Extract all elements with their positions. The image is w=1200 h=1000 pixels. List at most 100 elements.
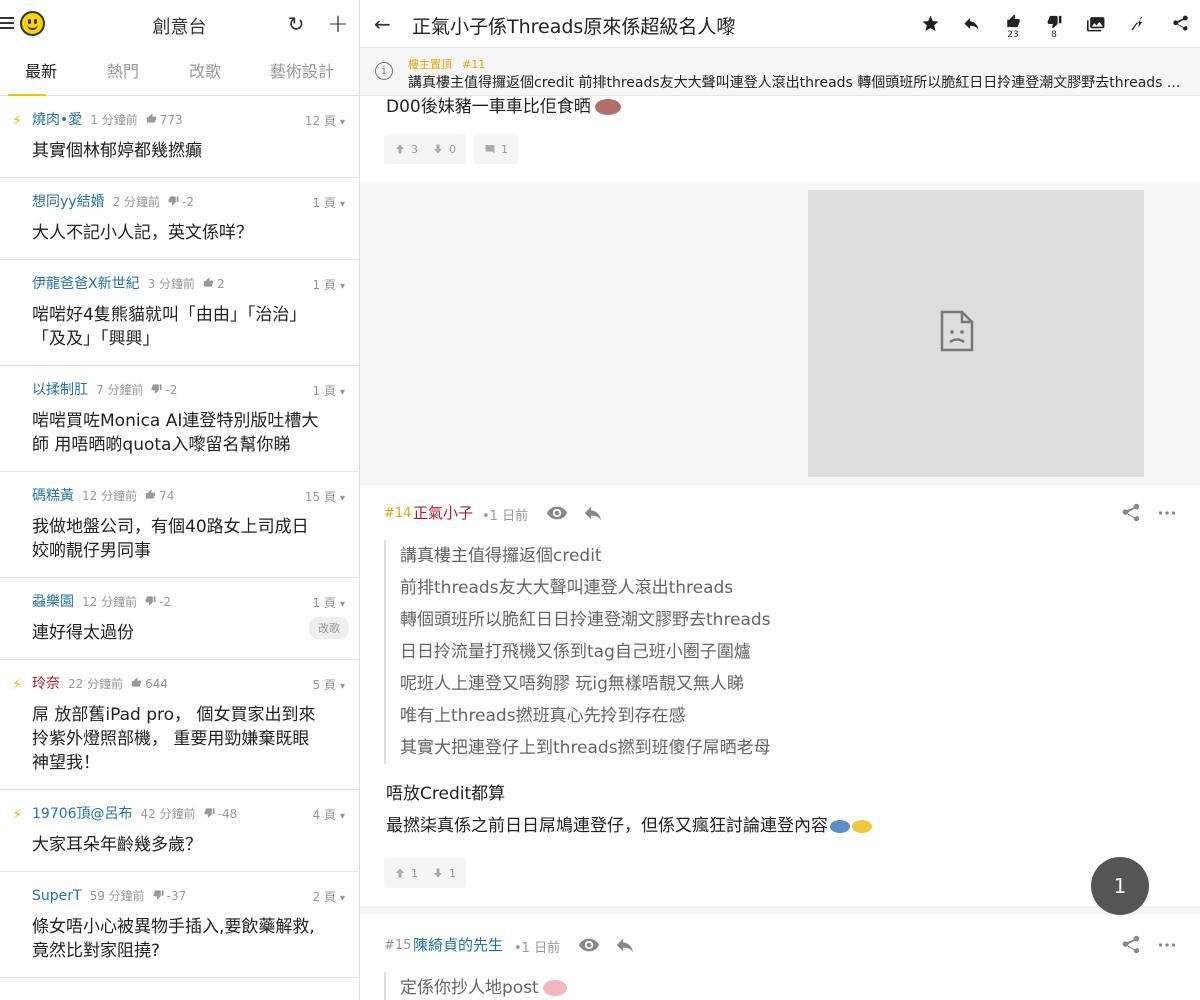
more-options-icon[interactable] xyxy=(1156,502,1178,524)
image-mode-icon[interactable] xyxy=(1080,8,1112,40)
like-count: 23 xyxy=(1007,30,1019,40)
topic-author[interactable]: 蝨樂園 xyxy=(32,592,74,612)
post-divider xyxy=(360,906,1200,914)
topic-item[interactable]: 想同yy結婚 2 分鐘前 -2 1 頁大人不記小人記，英文係咩？ xyxy=(0,178,359,260)
post-share-icon[interactable] xyxy=(1120,934,1142,956)
topic-score: 2 xyxy=(203,274,225,294)
topic-item[interactable]: SuperT 59 分鐘前 -37 2 頁條女唔小心被異物手插入,要飲藥解救,竟然比對… xyxy=(0,872,359,978)
downvote-count: 0 xyxy=(449,142,456,156)
post-share-icon[interactable] xyxy=(1120,502,1142,524)
downvote-button[interactable]: 1 xyxy=(432,867,456,880)
topic-author[interactable]: SuperT xyxy=(32,886,82,906)
page-number-button[interactable]: 1 xyxy=(1091,857,1149,915)
topic-title[interactable]: 其實個林郁婷都幾撚癲 xyxy=(32,139,349,163)
post-author[interactable]: 正氣小子 xyxy=(413,502,473,523)
topic-pages-dropdown[interactable]: 1 頁 xyxy=(313,194,345,211)
post-reply-icon[interactable] xyxy=(614,934,636,956)
pinned-post-banner[interactable]: i 樓主置頂 #11 講真樓主值得攞返個credit 前排threads友大大聲叫… xyxy=(360,48,1200,96)
post-reply-icon[interactable] xyxy=(582,502,604,524)
topic-title[interactable]: 我做地盤公司，有個40路女上司成日姣啲靚仔男同事 xyxy=(32,515,349,563)
new-thread-icon[interactable]: + xyxy=(324,9,352,39)
topic-score: -2 xyxy=(145,592,171,612)
topic-title[interactable]: 大家耳朵年齡幾多歲？ xyxy=(32,833,349,857)
quote-line: 日日拎流量打飛機又係到tag自己班小圈子圍爐 xyxy=(400,642,751,662)
topic-item[interactable]: 伊龍爸爸X新世紀 3 分鐘前 2 1 頁啱啱好4隻熊貓就叫「由由」「治治」「及及」「興… xyxy=(0,260,359,366)
topic-title[interactable]: 條女唔小心被異物手插入,要飲藥解救,竟然比對家阻撓? xyxy=(32,915,349,963)
topic-item[interactable]: ⚡ 玲奈 22 分鐘前 644 5 頁屌 放部舊iPad pro， 個女買家出到來拎紫外… xyxy=(0,660,359,790)
topic-author[interactable]: 想同yy結婚 xyxy=(32,192,105,212)
comments-button[interactable]: 1 xyxy=(474,134,518,164)
post-author[interactable]: 陳綺貞的先生 xyxy=(413,934,503,955)
comment-icon xyxy=(485,145,495,154)
share-icon[interactable] xyxy=(1164,8,1196,40)
topic-pages-dropdown[interactable]: 5 頁 xyxy=(313,676,345,693)
post-floor-number: #15 xyxy=(384,938,412,953)
reply-icon[interactable] xyxy=(955,8,987,40)
post-14-header: #14 正氣小子 1 日前 xyxy=(360,502,1200,526)
topic-score-value: -37 xyxy=(166,889,187,903)
smiley-logo-icon[interactable] xyxy=(20,11,45,36)
tab-song-rewrite[interactable]: 改歌 xyxy=(164,48,246,95)
quote-line: 轉個頭班所以脆紅日日拎連登潮文膠野去threads xyxy=(400,610,771,630)
topic-item[interactable]: 蝨樂園 12 分鐘前 -2 1 頁連好得太過份改歌 xyxy=(0,578,359,660)
topic-author[interactable]: 燒肉•愛 xyxy=(32,110,82,130)
filter-bolt-icon[interactable] xyxy=(1121,8,1153,40)
like-thumb-up-icon[interactable]: 23 xyxy=(997,8,1029,40)
dislike-thumb-down-icon[interactable]: 8 xyxy=(1038,8,1070,40)
quote-line: 前排threads友大大聲叫連登人滾出threads xyxy=(400,578,734,598)
upvote-button[interactable]: 3 xyxy=(394,143,418,156)
back-arrow-icon[interactable]: ← xyxy=(374,12,391,36)
eye-icon[interactable] xyxy=(546,502,568,524)
downvote-button[interactable]: 0 xyxy=(432,143,456,156)
topic-time: 42 分鐘前 xyxy=(140,807,196,821)
topic-tag-badge[interactable]: 改歌 xyxy=(309,617,349,639)
topic-author[interactable]: 伊龍爸爸X新世紀 xyxy=(32,274,140,294)
topic-pages-dropdown[interactable]: 1 頁 xyxy=(313,594,345,611)
tab-latest[interactable]: 最新 xyxy=(0,48,82,95)
topic-score-value: -2 xyxy=(159,595,172,609)
menu-icon[interactable] xyxy=(0,14,14,30)
topic-pages-dropdown[interactable]: 2 頁 xyxy=(313,888,345,905)
previous-post-body: D00後妹豬一車車比佢食晒 xyxy=(386,97,591,117)
topic-title[interactable]: 連好得太過份 xyxy=(32,621,349,645)
topic-title[interactable]: 啱啱好4隻熊貓就叫「由由」「治治」「及及」「興興」 xyxy=(32,303,349,351)
upvote-count: 3 xyxy=(411,142,418,156)
topic-item[interactable]: 以揉制肛 7 分鐘前 -2 1 頁啱啱買咗Monica AI連登特別版吐槽大師 用唔晒… xyxy=(0,366,359,472)
topic-author[interactable]: 碼糕黃 xyxy=(32,486,74,506)
more-options-icon[interactable] xyxy=(1156,934,1178,956)
topic-score: 773 xyxy=(146,110,183,130)
eye-icon[interactable] xyxy=(578,934,600,956)
quote-line-with-emoji: 定係你抄人地post xyxy=(400,972,567,1000)
refresh-icon[interactable]: ↻ xyxy=(282,10,310,38)
topic-pages-dropdown[interactable]: 1 頁 xyxy=(313,276,345,293)
hot-bolt-icon: ⚡ xyxy=(12,677,22,693)
tab-art-design[interactable]: 藝術設計 xyxy=(246,48,358,95)
quote-line: 定係你抄人地post xyxy=(400,978,539,998)
topic-title[interactable]: 大人不記小人記，英文係咩？ xyxy=(32,221,349,245)
arrow-down-icon xyxy=(434,868,442,878)
topic-pages-dropdown[interactable]: 4 頁 xyxy=(313,806,345,823)
tab-hot[interactable]: 熱門 xyxy=(82,48,164,95)
topic-time: 59 分鐘前 xyxy=(89,889,145,903)
broken-image[interactable] xyxy=(808,190,1144,477)
upvote-button[interactable]: 1 xyxy=(394,867,418,880)
quote-line: 呢班人上連登又唔夠膠 玩ig無樣唔靚又無人睇 xyxy=(400,674,744,694)
topic-author[interactable]: 19706頂@呂布 xyxy=(32,804,133,824)
topic-item[interactable]: ⚡ 19706頂@呂布 42 分鐘前 -48 4 頁大家耳朵年齡幾多歲？ xyxy=(0,790,359,872)
topic-pages-dropdown[interactable]: 12 頁 xyxy=(305,112,345,129)
topic-title[interactable]: 啱啱買咗Monica AI連登特別版吐槽大師 用唔晒啲quota入嚟留名幫你睇 xyxy=(32,409,349,457)
topic-pages-dropdown[interactable]: 15 頁 xyxy=(305,488,345,505)
topic-score: -2 xyxy=(151,380,177,400)
topic-author[interactable]: 以揉制肛 xyxy=(32,380,88,400)
topic-author[interactable]: 玲奈 xyxy=(32,674,60,694)
topic-pages-dropdown[interactable]: 1 頁 xyxy=(313,382,345,399)
post-time: 1 日前 xyxy=(514,937,560,956)
post-14-vote-row: 1 1 xyxy=(384,858,466,888)
topic-item[interactable]: ⚡ 燒肉•愛 1 分鐘前 773 12 頁其實個林郁婷都幾撚癲 xyxy=(0,96,359,178)
bookmark-star-icon[interactable] xyxy=(914,8,946,40)
info-icon: i xyxy=(375,62,393,80)
sidebar: 創意台 ↻ + 最新 熱門 改歌 藝術設計 ⚡ 燒肉•愛 1 分鐘前 773 12 頁其… xyxy=(0,0,360,1000)
topic-title[interactable]: 屌 放部舊iPad pro， 個女買家出到來拎紫外燈照部機， 重要用勁嫌棄既眼神… xyxy=(32,703,349,775)
thumb-up-icon xyxy=(145,486,156,506)
topic-item[interactable]: 碼糕黃 12 分鐘前 74 15 頁我做地盤公司，有個40路女上司成日姣啲靚仔男同事 xyxy=(0,472,359,578)
